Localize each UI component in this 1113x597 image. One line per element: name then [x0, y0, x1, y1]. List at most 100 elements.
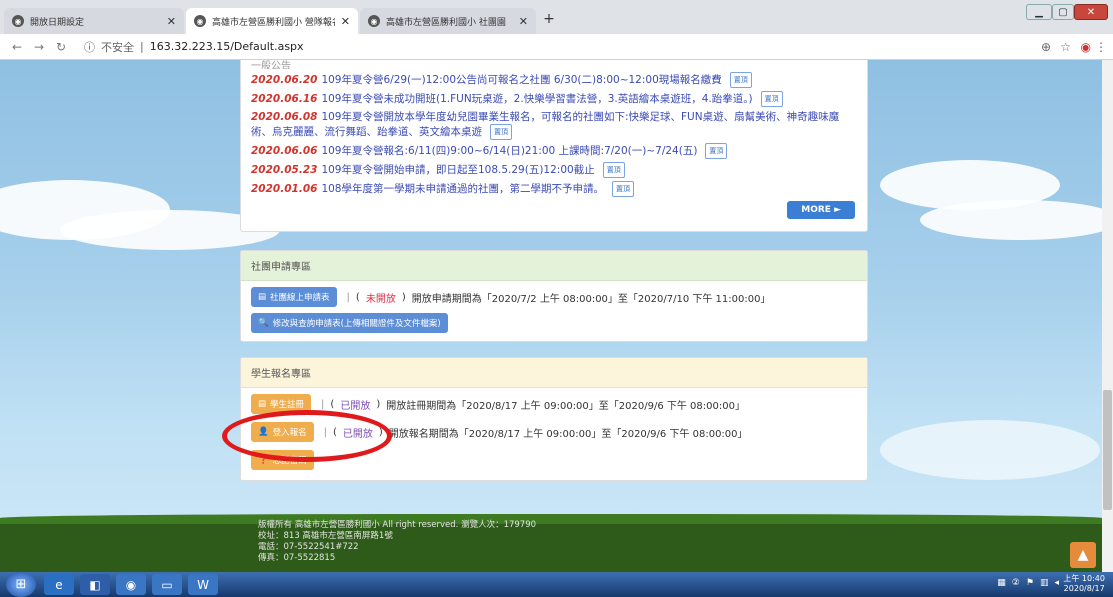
zoom-icon[interactable]: ⊕: [1041, 34, 1051, 60]
input-method-icon[interactable]: ▦: [997, 578, 1006, 588]
chrome-icon[interactable]: ◉: [116, 574, 146, 595]
tab-title: 高雄市左營區勝利國小 社團園: [386, 17, 506, 28]
announcement-date: 2020.01.06: [251, 183, 318, 195]
url-text: 163.32.223.15/Default.aspx: [149, 40, 304, 53]
word-icon[interactable]: W: [188, 574, 218, 595]
extension-icon[interactable]: ◉: [1081, 34, 1091, 60]
club-online-form-button[interactable]: ▤ 社團線上申請表: [251, 287, 337, 307]
page-viewport: 一般公告 2020.06.20 109年夏令營6/29(一)12:00公告尚可報名…: [0, 60, 1102, 572]
close-tab-icon[interactable]: ✕: [341, 15, 350, 28]
announcement-text: 109年夏令營開放本學年度幼兒園畢業生報名，可報名的社團如下:快樂足球、FUN桌…: [251, 111, 840, 138]
pinned-badge: 置頂: [705, 143, 728, 159]
volume-icon[interactable]: ◂: [1054, 578, 1059, 588]
announcement-item[interactable]: 2020.06.08 109年夏令營開放本學年度幼兒園畢業生報名，可報名的社團如下…: [251, 110, 857, 140]
tab-open-date-settings[interactable]: ◉ 開放日期設定 ✕: [4, 8, 184, 34]
footer-info: 版權所有 高雄市左營區勝利國小 All right reserved. 瀏覽人次…: [258, 520, 536, 564]
announcement-date: 2020.06.20: [251, 74, 318, 86]
footer-fax: 傳真：07-5522815: [258, 553, 336, 563]
network-icon[interactable]: ▥: [1040, 578, 1049, 588]
paren-close: ): [401, 291, 406, 303]
apply-period-text: 開放申請期間為「2020/7/2 上午 08:00:00」至「2020/7/10…: [411, 293, 771, 305]
announcement-panel: 一般公告 2020.06.20 109年夏令營6/29(一)12:00公告尚可報名…: [240, 60, 868, 232]
announcement-text: 108學年度第一學期未申請通過的社團，第二學期不予申請。: [321, 183, 604, 195]
announcement-item[interactable]: 2020.05.23 109年夏令營開始申請，即日起至108.5.29(五)12:…: [251, 162, 857, 178]
announcement-item[interactable]: 2020.06.06 109年夏令營報名:6/11(四)9:00~6/14(日)2…: [251, 143, 857, 159]
separator: |: [346, 291, 350, 303]
more-button[interactable]: MORE ►: [787, 201, 855, 219]
cloud-decoration: [920, 200, 1102, 240]
modify-query-form-button[interactable]: 🔍 修改與查詢申請表(上傳相關證件及文件檔案): [251, 313, 448, 333]
announcement-header: 一般公告: [251, 61, 291, 69]
bookmark-star-icon[interactable]: ☆: [1060, 34, 1071, 60]
paren-open: (: [330, 398, 335, 410]
student-register-button[interactable]: ▤ 學生註冊: [251, 394, 312, 414]
flag-icon[interactable]: ⚑: [1026, 578, 1034, 588]
login-signup-button[interactable]: 👤 登入報名: [251, 422, 314, 442]
announcement-date: 2020.06.06: [251, 145, 318, 157]
announcement-text: 109年夏令營6/29(一)12:00公告尚可報名之社團 6/30(二)8:00…: [321, 74, 722, 86]
ie-icon[interactable]: e: [44, 574, 74, 595]
login-row: 👤 登入報名 | (已開放) 開放報名期間為「2020/8/17 上午 09:0…: [251, 422, 857, 442]
announcement-item[interactable]: 2020.01.06 108學年度第一學期未申請通過的社團，第二學期不予申請。 置頂: [251, 181, 857, 197]
paren-open: (: [355, 291, 360, 303]
browser-tab-bar: ◉ 開放日期設定 ✕ ◉ 高雄市左營區勝利國小 營隊報名 ✕ ◉ 高雄市左營區勝…: [0, 0, 1113, 34]
help-label: 忘記密碼: [272, 456, 307, 466]
forward-icon[interactable]: →: [28, 40, 50, 54]
menu-kebab-icon[interactable]: ⋮: [1095, 34, 1107, 60]
help-button[interactable]: ❓ 忘記密碼: [251, 450, 314, 470]
status-open: 已開放: [340, 400, 371, 412]
pinned-badge: 置頂: [490, 124, 512, 140]
footer-address: 校址：813 高雄市左營區南屏路1號: [258, 531, 393, 541]
back-to-top-button[interactable]: ▲: [1070, 542, 1096, 568]
scrollbar-thumb[interactable]: [1103, 390, 1112, 510]
folder-icon[interactable]: ▭: [152, 574, 182, 595]
start-button[interactable]: ⊞: [6, 572, 36, 597]
clock-time: 上午 10:40: [1063, 574, 1105, 583]
modify-query-form-label: 修改與查詢申請表(上傳相關證件及文件檔案): [272, 319, 441, 329]
club-apply-row: ▤ 社團線上申請表 | (未開放) 開放申請期間為「2020/7/2 上午 08…: [251, 287, 857, 307]
club-query-row: 🔍 修改與查詢申請表(上傳相關證件及文件檔案): [251, 313, 857, 333]
page-scrollbar[interactable]: [1102, 60, 1113, 572]
close-tab-icon[interactable]: ✕: [167, 15, 176, 28]
maximize-button[interactable]: ▢: [1052, 4, 1074, 20]
register-period-text: 開放註冊期間為「2020/8/17 上午 09:00:00」至「2020/9/6…: [386, 400, 745, 412]
url-separator: |: [140, 40, 144, 53]
club-apply-title: 社團申請專區: [241, 251, 867, 281]
search-icon: 🔍: [258, 318, 269, 328]
back-icon[interactable]: ←: [6, 40, 28, 54]
new-tab-button[interactable]: +: [540, 10, 558, 28]
system-tray: ▦ ② ⚑ ▥ ◂: [997, 578, 1059, 588]
tab-club-garden[interactable]: ◉ 高雄市左營區勝利國小 社團園 ✕: [360, 8, 536, 34]
close-window-button[interactable]: ✕: [1074, 4, 1108, 20]
help-tray-icon[interactable]: ②: [1012, 578, 1020, 588]
globe-icon: ◉: [368, 15, 380, 27]
paren-close: ): [376, 398, 381, 410]
pinned-badge: 置頂: [611, 181, 634, 197]
announcement-text: 109年夏令營開始申請，即日起至108.5.29(五)12:00截止: [321, 164, 595, 176]
globe-icon: ◉: [194, 15, 206, 27]
user-icon: 👤: [258, 427, 269, 437]
announcement-item[interactable]: 2020.06.20 109年夏令營6/29(一)12:00公告尚可報名之社團 6…: [251, 72, 857, 88]
student-signup-panel: 學生報名專區 ▤ 學生註冊 | (已開放) 開放註冊期間為「2020/8/17 …: [240, 357, 868, 481]
pinned-badge: 置頂: [760, 91, 783, 107]
app-icon[interactable]: ◧: [80, 574, 110, 595]
separator: |: [323, 426, 327, 438]
minimize-button[interactable]: ▁: [1026, 4, 1052, 20]
announcement-date: 2020.06.08: [251, 111, 318, 123]
taskbar-clock[interactable]: 上午 10:40 2020/8/17: [1063, 574, 1105, 594]
register-row: ▤ 學生註冊 | (已開放) 開放註冊期間為「2020/8/17 上午 09:0…: [251, 394, 857, 414]
tab-title: 開放日期設定: [30, 17, 85, 28]
tab-camp-signup[interactable]: ◉ 高雄市左營區勝利國小 營隊報名 ✕: [186, 8, 358, 34]
url-field[interactable]: ⓘ 不安全 | 163.32.223.15/Default.aspx: [84, 39, 304, 55]
security-label: 不安全: [101, 40, 134, 54]
tab-title: 高雄市左營區勝利國小 營隊報名: [212, 17, 335, 28]
info-icon[interactable]: ⓘ: [84, 39, 95, 55]
footer-copyright: 版權所有 高雄市左營區勝利國小 All right reserved. 瀏覽人次…: [258, 520, 537, 530]
close-tab-icon[interactable]: ✕: [519, 15, 528, 28]
site-footer: 版權所有 高雄市左營區勝利國小 All right reserved. 瀏覽人次…: [0, 514, 1102, 572]
pinned-badge: 置頂: [602, 162, 625, 178]
announcement-item[interactable]: 2020.06.16 109年夏令營未成功開班(1.FUN玩桌遊，2.快樂學習書法…: [251, 91, 857, 107]
help-row: ❓ 忘記密碼: [251, 450, 857, 470]
announcement-text: 109年夏令營未成功開班(1.FUN玩桌遊，2.快樂學習書法營，3.英語繪本桌遊…: [321, 93, 753, 105]
reload-icon[interactable]: ↻: [50, 40, 72, 54]
